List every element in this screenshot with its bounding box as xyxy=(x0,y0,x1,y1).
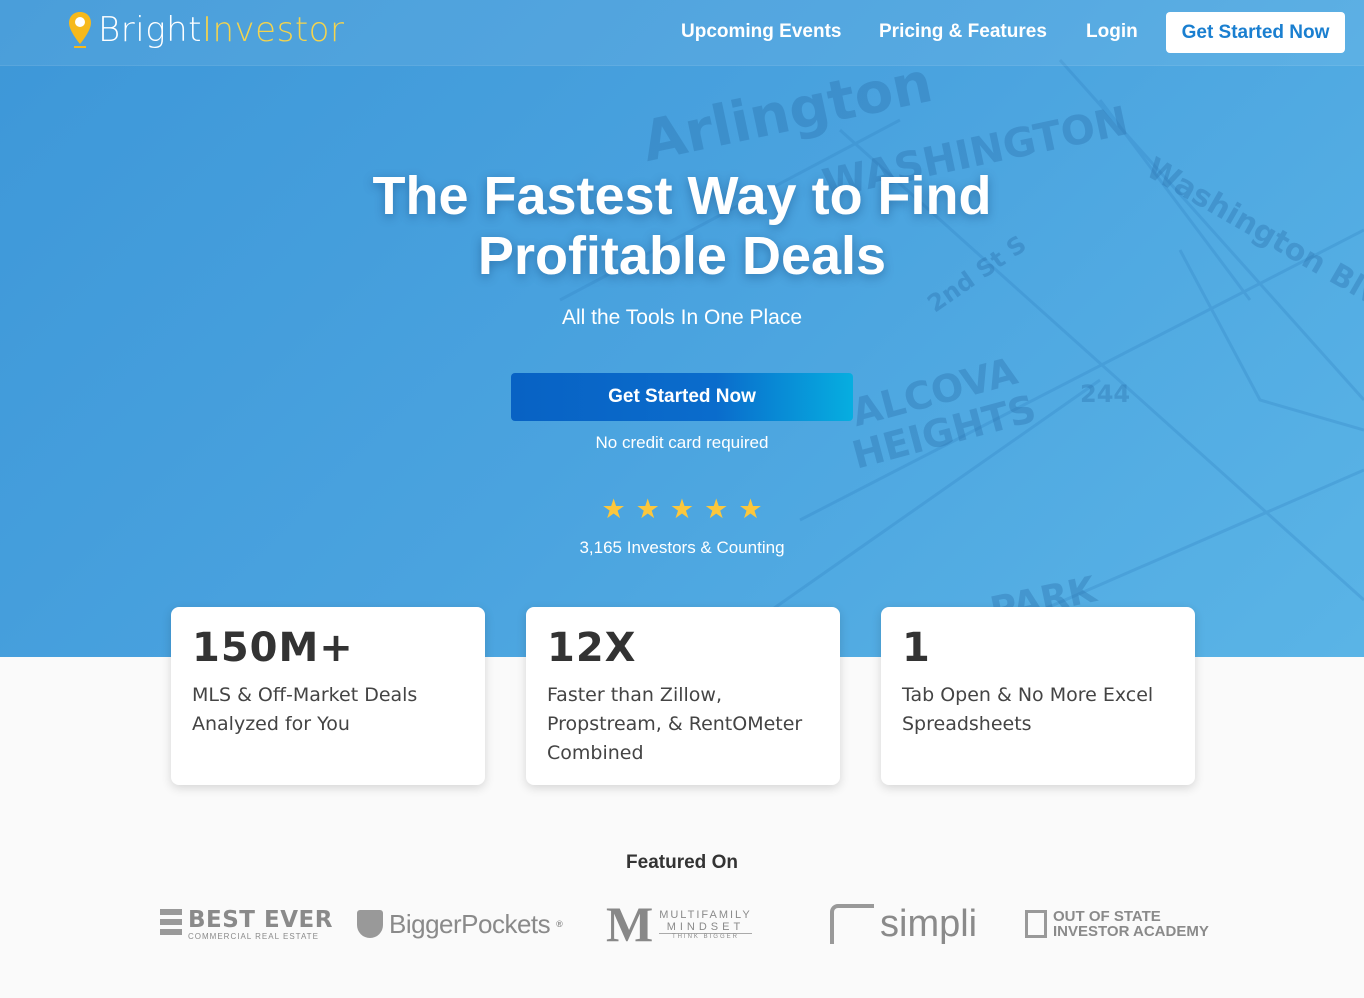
logo-text: MULTIFAMILY xyxy=(659,908,752,921)
m-monogram-icon: M xyxy=(606,896,654,952)
logo-text: OUT OF STATE xyxy=(1053,908,1161,925)
logo-out-of-state: OUT OF STATE INVESTOR ACADEMY xyxy=(1025,898,1209,950)
star-rating: ★ ★ ★ ★ ★ xyxy=(0,494,1364,525)
hero-title-line1: The Fastest Way to Find xyxy=(372,166,992,226)
hero-title: The Fastest Way to Find Profitable Deals xyxy=(0,166,1364,286)
logo-subtext: INVESTOR ACADEMY xyxy=(1053,923,1209,940)
featured-on-heading: Featured On xyxy=(626,852,738,873)
nav-pricing-features[interactable]: Pricing & Features xyxy=(879,21,1047,43)
stat-value: 150M+ xyxy=(192,625,354,671)
logo-subtext: COMMERCIAL REAL ESTATE xyxy=(188,931,319,941)
no-credit-card-note: No credit card required xyxy=(595,433,769,452)
hero-subtitle: All the Tools In One Place xyxy=(561,306,803,329)
logo-subtext: MINDSET xyxy=(659,921,752,934)
logo-text: simpli xyxy=(880,902,978,945)
stat-card: 150M+ MLS & Off-Market Deals Analyzed fo… xyxy=(171,607,485,785)
logo-tagline: THINK BIGGER xyxy=(671,933,739,940)
logo-resimpli: simpli xyxy=(830,898,977,950)
get-started-button[interactable]: Get Started Now xyxy=(511,373,853,421)
nav-get-started-button[interactable]: Get Started Now xyxy=(1166,12,1345,53)
star-icon: ★ xyxy=(704,494,729,524)
hero-title-line2: Profitable Deals xyxy=(477,226,887,286)
star-icon: ★ xyxy=(635,494,660,524)
logo-best-ever: BEST EVER COMMERCIAL REAL ESTATE xyxy=(160,898,333,950)
stat-value: 12X xyxy=(547,625,637,671)
stat-card: 12X Faster than Zillow, Propstream, & Re… xyxy=(526,607,840,785)
map-label: 244 xyxy=(1080,380,1131,408)
top-nav: BrightInvestor Upcoming Events Pricing &… xyxy=(0,0,1364,66)
logo-text: BEST EVER xyxy=(188,906,333,933)
nav-login[interactable]: Login xyxy=(1086,21,1138,43)
pocket-icon xyxy=(357,910,383,938)
stat-value: 1 xyxy=(902,625,931,671)
star-icon: ★ xyxy=(738,494,763,524)
stat-description: MLS & Off-Market Deals Analyzed for You xyxy=(192,684,418,735)
hero-section: Arlington WASHINGTON Washington Blvd 2nd… xyxy=(0,0,1364,657)
logo-text: BiggerPockets xyxy=(389,908,551,939)
logo[interactable]: BrightInvestor xyxy=(66,10,344,50)
logo-text-investor: Investor xyxy=(201,10,345,50)
map-pin-icon xyxy=(69,12,91,48)
logo-multifamily-mindset: M MULTIFAMILY MINDSET THINK BIGGER xyxy=(606,898,752,950)
logo-text-bright: Bright xyxy=(98,10,202,50)
best-ever-mark-icon xyxy=(160,909,182,939)
star-icon: ★ xyxy=(669,494,695,524)
logo-biggerpockets: BiggerPockets ® xyxy=(357,898,563,950)
nav-upcoming-events[interactable]: Upcoming Events xyxy=(681,21,841,43)
star-icon: ★ xyxy=(601,494,626,524)
stat-description: Tab Open & No More Excel Spreadsheets xyxy=(902,684,1154,735)
investor-count: 3,165 Investors & Counting xyxy=(579,538,785,557)
house-outline-icon xyxy=(1025,910,1047,938)
stat-description: Faster than Zillow, Propstream, & RentOM… xyxy=(547,684,803,764)
house-roof-icon xyxy=(830,904,874,944)
stat-card: 1 Tab Open & No More Excel Spreadsheets xyxy=(881,607,1195,785)
